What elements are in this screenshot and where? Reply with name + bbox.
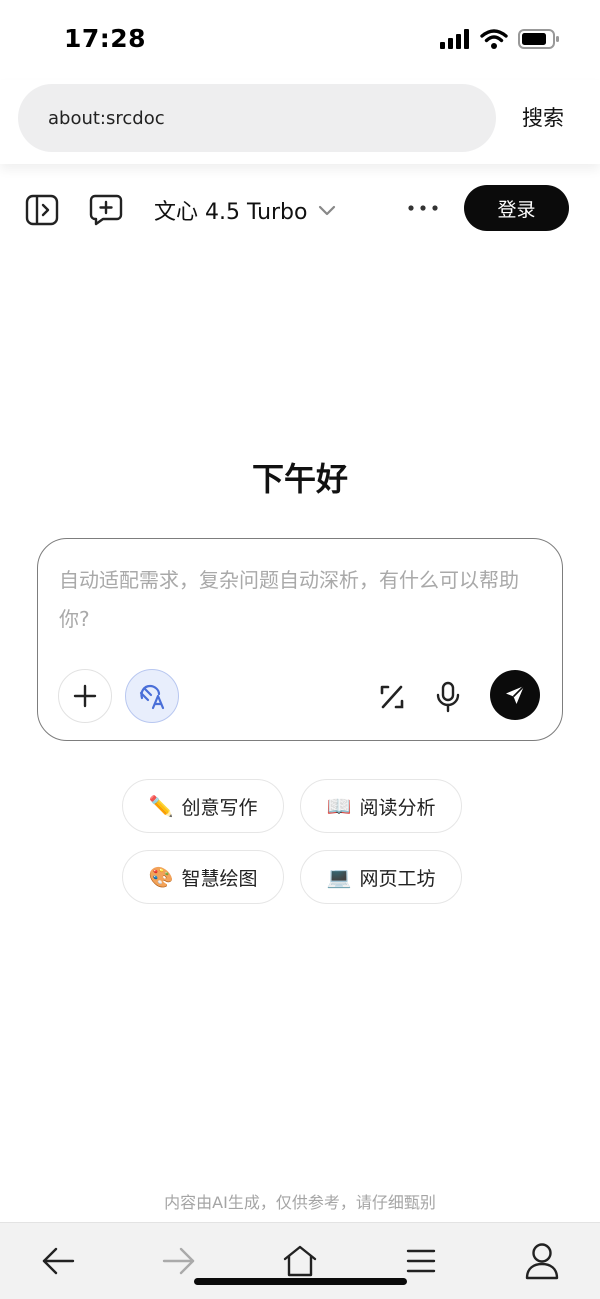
browser-bottom-nav	[0, 1222, 600, 1299]
sidebar-toggle-icon[interactable]	[24, 192, 60, 228]
home-indicator	[194, 1278, 407, 1285]
quick-action-label: 创意写作	[181, 796, 258, 819]
url-text: about:srcdoc	[48, 108, 165, 129]
battery-icon	[518, 28, 560, 54]
wifi-icon	[480, 29, 508, 53]
microphone-icon[interactable]	[428, 677, 468, 717]
plus-icon[interactable]	[58, 669, 112, 723]
palette-icon: 🎨	[148, 865, 174, 889]
new-chat-icon[interactable]	[88, 192, 124, 228]
book-icon: 📖	[326, 794, 352, 818]
quick-action-label: 阅读分析	[359, 796, 436, 819]
profile-icon[interactable]	[522, 1241, 562, 1281]
more-icon[interactable]	[406, 198, 440, 222]
search-button[interactable]: 搜索	[522, 102, 564, 132]
home-icon[interactable]	[280, 1241, 320, 1281]
app-toolbar: 文心 4.5 Turbo 登录	[0, 180, 600, 240]
quick-action-label: 网页工坊	[359, 867, 436, 890]
status-icons	[440, 28, 560, 54]
percent-tool-icon[interactable]	[372, 677, 412, 717]
menu-icon[interactable]	[401, 1241, 441, 1281]
quick-action-creative-writing[interactable]: ✏️ 创意写作	[122, 779, 284, 833]
laptop-icon: 💻	[326, 865, 352, 889]
ai-disclaimer: 内容由AI生成，仅供参考，请仔细甄别	[164, 1193, 436, 1212]
forward-arrow-icon[interactable]	[159, 1241, 199, 1281]
ai-translate-icon[interactable]	[125, 669, 179, 723]
send-icon[interactable]	[490, 670, 540, 720]
quick-action-label: 智慧绘图	[181, 867, 258, 890]
model-name: 文心 4.5 Turbo	[154, 200, 308, 225]
quick-action-smart-drawing[interactable]: 🎨 智慧绘图	[122, 850, 284, 904]
cellular-signal-icon	[440, 29, 470, 53]
quick-action-reading-analysis[interactable]: 📖 阅读分析	[300, 779, 462, 833]
pencil-icon: ✏️	[148, 794, 174, 818]
chevron-down-icon	[318, 198, 336, 223]
browser-address-bar: about:srcdoc 搜索	[0, 80, 600, 164]
composer-input[interactable]: 自动适配需求，复杂问题自动深析，有什么可以帮助你?	[59, 561, 539, 639]
greeting-title: 下午好	[251, 460, 348, 498]
status-time: 17:28	[64, 24, 147, 53]
back-arrow-icon[interactable]	[38, 1241, 78, 1281]
status-bar: 17:28	[0, 0, 600, 80]
model-selector[interactable]: 文心 4.5 Turbo	[154, 194, 336, 226]
chat-composer: 自动适配需求，复杂问题自动深析，有什么可以帮助你?	[37, 538, 563, 741]
quick-action-web-workshop[interactable]: 💻 网页工坊	[300, 850, 462, 904]
url-field[interactable]: about:srcdoc	[18, 84, 496, 152]
login-button[interactable]: 登录	[464, 185, 569, 231]
